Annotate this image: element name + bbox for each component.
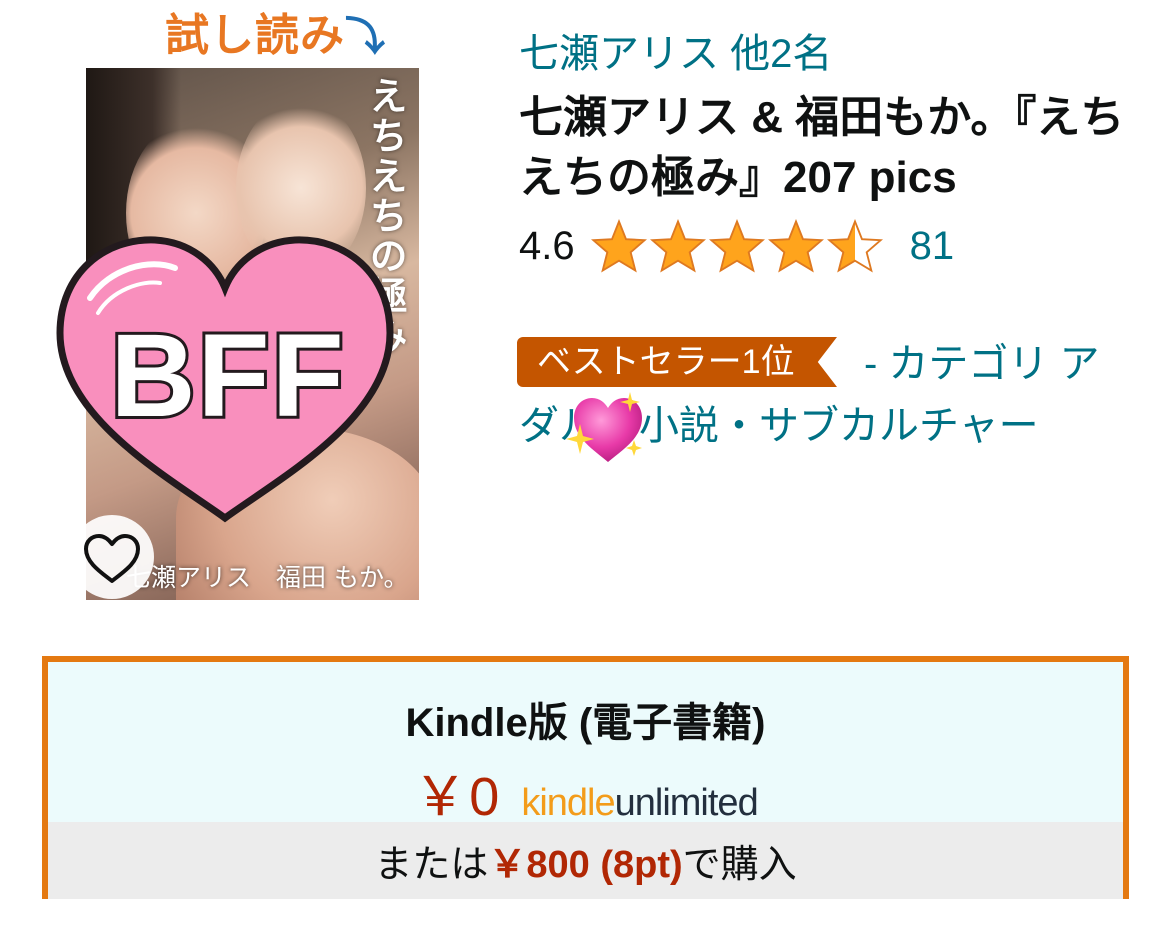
alt-prefix: または [374,844,489,886]
star-full-icon [590,219,647,273]
price-value: ￥0 [413,767,502,827]
buy-alternative-row[interactable]: または ￥800 (8pt) で購入 [48,822,1123,899]
alt-suffix: で購入 [682,844,797,886]
sample-read-label: 試し読み [165,11,345,60]
star-full-icon [649,219,706,273]
ku-unlimited-text: unlimited [614,782,759,824]
kindle-buybox[interactable]: Kindle版 (電子書籍) ￥0 kindleunlimited または ￥80… [42,656,1129,899]
ku-kindle-text: kindle [521,782,615,824]
rating-count-link[interactable]: 81 [910,224,955,269]
kindle-unlimited-logo: kindleunlimited [521,782,759,825]
favorite-button[interactable] [70,515,154,599]
sparkling-heart-icon [566,392,642,462]
price-row: ￥0 kindleunlimited [48,752,1123,831]
star-rating [590,219,886,273]
sample-read-link[interactable]: 試し読み⤵ [165,8,386,65]
heart-outline-icon [84,534,140,583]
star-full-icon [708,219,765,273]
bff-heart-sticker-icon: BFF [56,236,394,523]
rating-row[interactable]: 4.6 81 [519,218,954,274]
author-link[interactable]: 七瀬アリス 他2名 [519,28,832,80]
format-label: Kindle版 (電子書籍) [405,701,766,745]
rating-value: 4.6 [519,223,575,268]
alt-price: ￥800 (8pt) [488,844,683,886]
curved-arrow-icon: ⤵ [345,15,386,59]
product-title: 七瀬アリス & 福田もか。『えちえちの極み』207 pics [519,93,1125,202]
cover-authors: 七瀬アリス 福田 もか。 [126,563,409,592]
bff-sticker-text: BFF [110,310,345,442]
star-half-icon [826,219,883,273]
star-full-icon [767,219,824,273]
